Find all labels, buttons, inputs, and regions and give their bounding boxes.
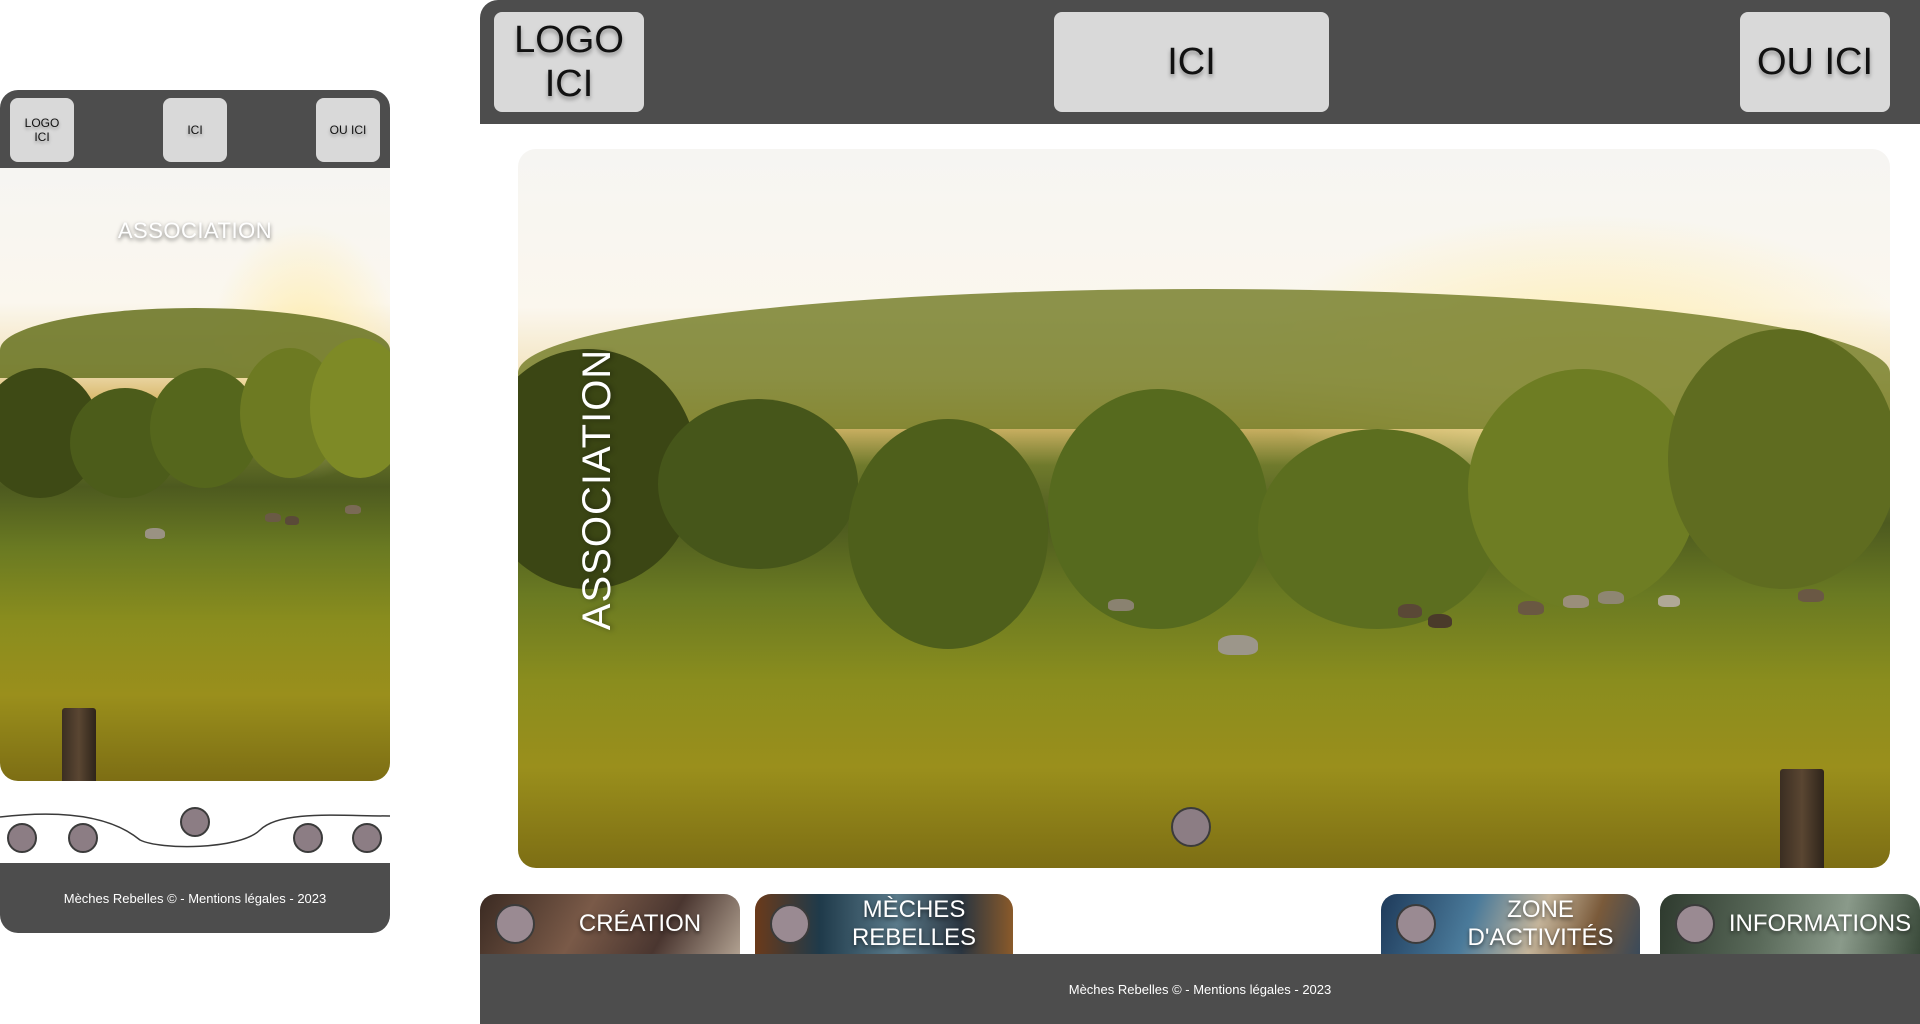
mobile-footer-text[interactable]: Mèches Rebelles © - Mentions légales - 2… [64,891,327,906]
desktop-slide-dot[interactable] [1171,807,1211,847]
desktop-footer-text[interactable]: Mèches Rebelles © - Mentions légales - 2… [1069,982,1332,997]
mobile-hero-title: ASSOCIATION [117,218,273,243]
card-creation-label: CRÉATION [578,910,702,937]
card-zone-activites-icon [1396,904,1436,944]
card-meches-rebelles-label: MÈCHES REBELLES [851,896,977,951]
card-meches-rebelles[interactable]: MÈCHES REBELLES [755,894,1013,954]
desktop-right-button[interactable]: OU ICI [1740,12,1890,112]
card-informations[interactable]: INFORMATIONS [1660,894,1920,954]
mobile-slide-dot-3[interactable] [180,807,210,837]
desktop-center-button[interactable]: ICI [1054,12,1329,112]
desktop-footer: Mèches Rebelles © - Mentions légales - 2… [480,954,1920,1024]
card-zone-activites[interactable]: ZONE D'ACTIVITÉS [1381,894,1640,954]
mobile-slide-dot-5[interactable] [352,823,382,853]
mobile-logo-button[interactable]: LOGO ICI [10,98,74,162]
mobile-slide-dot-1[interactable] [7,823,37,853]
card-meches-rebelles-icon [770,904,810,944]
mobile-carousel-indicators [0,800,390,860]
desktop-header: LOGO ICI ICI OU ICI [480,0,1920,124]
mobile-right-button[interactable]: OU ICI [316,98,380,162]
mobile-center-button[interactable]: ICI [163,98,227,162]
mobile-header: LOGO ICI ICI OU ICI [0,90,390,168]
desktop-hero-title: ASSOCIATION [575,348,620,630]
card-creation[interactable]: CRÉATION [480,894,740,954]
mobile-slide-dot-4[interactable] [293,823,323,853]
card-informations-label: INFORMATIONS [1728,910,1912,937]
card-zone-activites-label: ZONE D'ACTIVITÉS [1467,896,1614,951]
mobile-footer: Mèches Rebelles © - Mentions légales - 2… [0,863,390,933]
card-creation-icon [495,904,535,944]
desktop-logo-button[interactable]: LOGO ICI [494,12,644,112]
mobile-hero-image: ASSOCIATION [0,168,390,781]
mobile-slide-dot-2[interactable] [68,823,98,853]
card-informations-icon [1675,904,1715,944]
desktop-hero-image: ASSOCIATION [518,149,1890,868]
